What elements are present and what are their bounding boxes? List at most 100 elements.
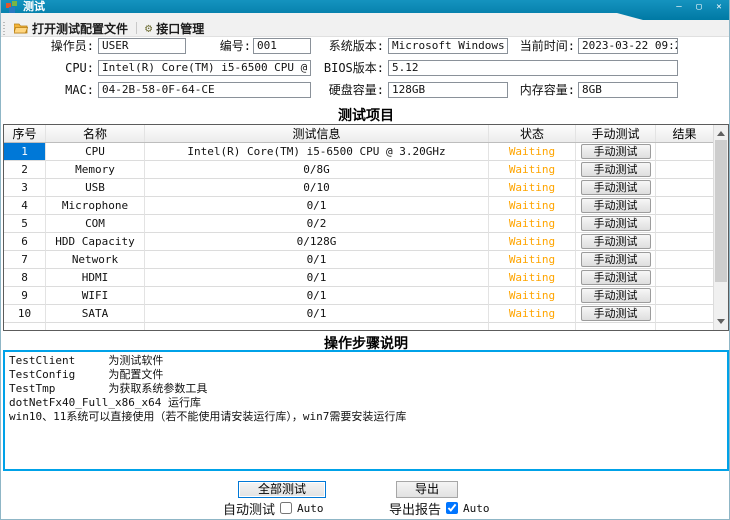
row-name: COM bbox=[46, 215, 145, 233]
manual-test-button[interactable]: 手动测试 bbox=[581, 252, 651, 267]
table-row[interactable]: 6 HDD Capacity 0/128G Waiting 手动测试 bbox=[4, 233, 713, 251]
row-info: 0/128G bbox=[145, 233, 489, 251]
scroll-down-icon[interactable] bbox=[714, 315, 728, 329]
ram-capacity-field[interactable]: 8GB bbox=[578, 82, 678, 98]
scrollbar-thumb[interactable] bbox=[715, 140, 727, 282]
auto-test-group: 自动测试 Auto bbox=[223, 500, 324, 516]
manual-test-button[interactable]: 手动测试 bbox=[581, 198, 651, 213]
mac-label: MAC: bbox=[19, 82, 94, 98]
manual-test-button[interactable]: 手动测试 bbox=[581, 162, 651, 177]
interface-mgmt-button[interactable]: ⚙ 接口管理 bbox=[139, 21, 210, 36]
table-scrollbar[interactable] bbox=[713, 125, 728, 330]
window-title: 测试 bbox=[23, 0, 45, 13]
row-no: 6 bbox=[4, 233, 46, 251]
row-no bbox=[4, 323, 46, 331]
row-manual-cell: 手动测试 bbox=[576, 179, 656, 197]
row-result bbox=[656, 197, 713, 215]
table-row[interactable]: 5 COM 0/2 Waiting 手动测试 bbox=[4, 215, 713, 233]
row-info: 0/1 bbox=[145, 305, 489, 323]
table-row[interactable]: 3 USB 0/10 Waiting 手动测试 bbox=[4, 179, 713, 197]
export-report-checkbox[interactable] bbox=[446, 502, 458, 514]
row-no: 1 bbox=[4, 143, 46, 161]
row-name: Network bbox=[46, 251, 145, 269]
row-result bbox=[656, 251, 713, 269]
manual-test-button[interactable]: 手动测试 bbox=[581, 306, 651, 321]
manual-test-button[interactable]: 手动测试 bbox=[581, 234, 651, 249]
table-row[interactable] bbox=[4, 323, 713, 331]
row-status: Waiting bbox=[489, 179, 576, 197]
row-status: Waiting bbox=[489, 143, 576, 161]
row-status: Waiting bbox=[489, 161, 576, 179]
row-manual-cell: 手动测试 bbox=[576, 269, 656, 287]
manual-test-button[interactable]: 手动测试 bbox=[581, 180, 651, 195]
table-row[interactable]: 1 CPU Intel(R) Core(TM) i5-6500 CPU @ 3.… bbox=[4, 143, 713, 161]
manual-test-button[interactable]: 手动测试 bbox=[581, 288, 651, 303]
row-manual-cell: 手动测试 bbox=[576, 305, 656, 323]
mac-field[interactable]: 04-2B-58-0F-64-CE bbox=[98, 82, 311, 98]
row-no: 9 bbox=[4, 287, 46, 305]
table-row[interactable]: 7 Network 0/1 Waiting 手动测试 bbox=[4, 251, 713, 269]
test-all-button[interactable]: 全部测试 bbox=[238, 481, 326, 498]
cpu-field[interactable]: Intel(R) Core(TM) i5-6500 CPU @ 3.20GHz bbox=[98, 60, 311, 76]
row-name: Microphone bbox=[46, 197, 145, 215]
auto-test-checkbox[interactable] bbox=[280, 502, 292, 514]
row-status: Waiting bbox=[489, 269, 576, 287]
maximize-button[interactable]: ▢ bbox=[693, 1, 705, 13]
operator-label: 操作员: bbox=[19, 38, 94, 54]
row-name: Memory bbox=[46, 161, 145, 179]
scroll-up-icon[interactable] bbox=[714, 126, 728, 140]
export-report-group: 导出报告 Auto bbox=[389, 500, 490, 516]
manual-test-button[interactable]: 手动测试 bbox=[581, 144, 651, 159]
export-report-label: 导出报告 bbox=[389, 499, 441, 518]
gear-icon: ⚙ bbox=[145, 22, 152, 34]
row-manual-cell: 手动测试 bbox=[576, 233, 656, 251]
row-info: 0/1 bbox=[145, 197, 489, 215]
export-report-checkbox-label: Auto bbox=[463, 502, 490, 515]
bios-version-label: BIOS版本: bbox=[316, 60, 384, 76]
row-manual-cell: 手动测试 bbox=[576, 197, 656, 215]
manual-test-button[interactable]: 手动测试 bbox=[581, 216, 651, 231]
close-button[interactable]: ✕ bbox=[713, 1, 725, 13]
os-version-field[interactable]: Microsoft Windows 10 专 bbox=[388, 38, 508, 54]
header-name: 名称 bbox=[46, 125, 145, 142]
row-status bbox=[489, 323, 576, 331]
app-window: 测试 — ▢ ✕ 打开测试配置文件 ⚙ 接口管理 操作员: USER 编号: 0… bbox=[0, 0, 730, 520]
row-name: SATA bbox=[46, 305, 145, 323]
row-info bbox=[145, 323, 489, 331]
row-name: WIFI bbox=[46, 287, 145, 305]
row-status: Waiting bbox=[489, 251, 576, 269]
bios-version-field[interactable]: 5.12 bbox=[388, 60, 678, 76]
os-version-label: 系统版本: bbox=[316, 38, 384, 54]
row-status: Waiting bbox=[489, 287, 576, 305]
open-config-button[interactable]: 打开测试配置文件 bbox=[8, 21, 134, 36]
table-body: 1 CPU Intel(R) Core(TM) i5-6500 CPU @ 3.… bbox=[4, 143, 713, 331]
row-result bbox=[656, 179, 713, 197]
row-no: 4 bbox=[4, 197, 46, 215]
row-no: 2 bbox=[4, 161, 46, 179]
row-status: Waiting bbox=[489, 215, 576, 233]
minimize-button[interactable]: — bbox=[673, 1, 685, 13]
table-row[interactable]: 4 Microphone 0/1 Waiting 手动测试 bbox=[4, 197, 713, 215]
table-row[interactable]: 10 SATA 0/1 Waiting 手动测试 bbox=[4, 305, 713, 323]
row-info: 0/1 bbox=[145, 251, 489, 269]
row-info: 0/10 bbox=[145, 179, 489, 197]
manual-test-button[interactable]: 手动测试 bbox=[581, 270, 651, 285]
row-status: Waiting bbox=[489, 233, 576, 251]
serial-label: 编号: bbox=[211, 38, 251, 54]
export-button[interactable]: 导出 bbox=[396, 481, 458, 498]
serial-field[interactable]: 001 bbox=[253, 38, 311, 54]
table-row[interactable]: 9 WIFI 0/1 Waiting 手动测试 bbox=[4, 287, 713, 305]
table-row[interactable]: 2 Memory 0/8G Waiting 手动测试 bbox=[4, 161, 713, 179]
hdd-capacity-label: 硬盘容量: bbox=[316, 82, 384, 98]
row-manual-cell: 手动测试 bbox=[576, 215, 656, 233]
row-name: USB bbox=[46, 179, 145, 197]
hdd-capacity-field[interactable]: 128GB bbox=[388, 82, 508, 98]
table-row[interactable]: 8 HDMI 0/1 Waiting 手动测试 bbox=[4, 269, 713, 287]
row-name: CPU bbox=[46, 143, 145, 161]
current-time-field[interactable]: 2023-03-22 09:20:26 bbox=[578, 38, 678, 54]
instructions-textbox[interactable]: TestClient 为测试软件 TestConfig 为配置文件 TestTm… bbox=[3, 350, 729, 471]
row-manual-cell: 手动测试 bbox=[576, 161, 656, 179]
operator-field[interactable]: USER bbox=[98, 38, 186, 54]
open-folder-icon bbox=[14, 22, 28, 34]
row-result bbox=[656, 323, 713, 331]
